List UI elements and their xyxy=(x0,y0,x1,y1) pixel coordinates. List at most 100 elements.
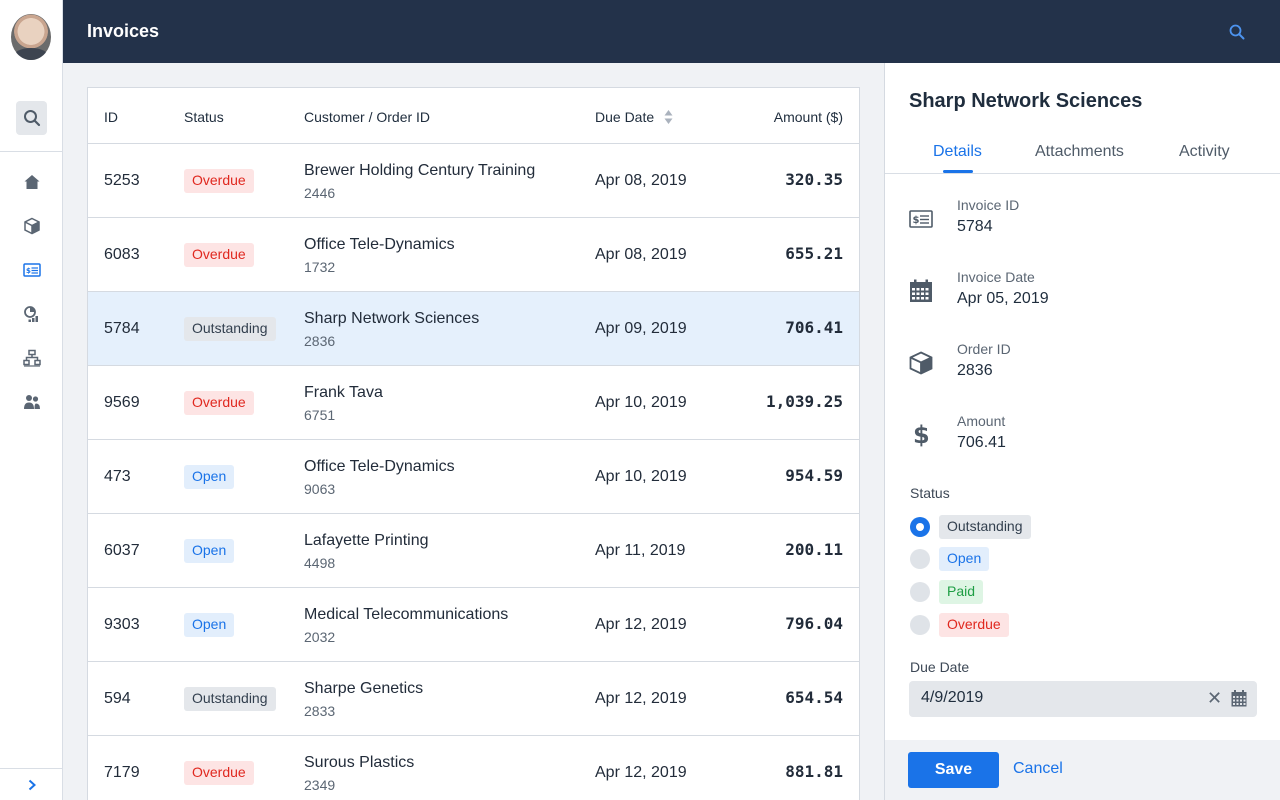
invoice-id-cell: 7179 xyxy=(104,764,140,781)
status-badge: Open xyxy=(184,613,235,637)
box-icon xyxy=(24,217,40,235)
status-option-overdue[interactable]: Overdue xyxy=(910,612,1009,638)
chevron-right-icon xyxy=(28,779,36,790)
field-invoice-id: $ Invoice ID 5784 xyxy=(909,197,1249,247)
status-label: Status xyxy=(910,485,950,501)
amount-cell: 706.41 xyxy=(785,318,843,337)
invoice-id-cell: 5253 xyxy=(104,172,140,189)
invoice-detail-panel: Sharp Network Sciences Details Attachmen… xyxy=(884,63,1280,800)
left-rail: $ xyxy=(0,0,63,800)
status-cell: Outstanding xyxy=(184,317,276,341)
radio-button[interactable] xyxy=(910,615,930,635)
field-amount: $ Amount 706.41 xyxy=(909,413,1249,463)
status-badge: Overdue xyxy=(939,613,1009,637)
rail-search-button[interactable] xyxy=(16,101,47,135)
invoice-icon: $ xyxy=(23,263,41,277)
status-badge: Outstanding xyxy=(939,515,1031,539)
field-order-id: Order ID 2836 xyxy=(909,341,1249,391)
status-badge: Paid xyxy=(939,580,984,604)
svg-text:$: $ xyxy=(913,215,920,226)
table-row[interactable]: 6083 Overdue Office Tele-Dynamics 1732 Apr 0… xyxy=(88,218,859,292)
status-option-outstanding[interactable]: Outstanding xyxy=(910,514,1031,540)
invoice-id-cell: 6037 xyxy=(104,542,140,559)
status-badge: Overdue xyxy=(184,761,254,785)
status-badge: Open xyxy=(184,465,235,489)
invoice-date-value: Apr 05, 2019 xyxy=(957,290,1049,307)
status-badge: Open xyxy=(939,547,990,571)
status-option-open[interactable]: Open xyxy=(910,546,990,572)
invoice-id-value: 5784 xyxy=(957,218,993,235)
invoice-id-cell: 6083 xyxy=(104,246,140,263)
order-id-cell: 4498 xyxy=(304,555,336,571)
table-row[interactable]: 594 Outstanding Sharpe Genetics 2833 Apr 12,… xyxy=(88,662,859,736)
invoices-table: ID Status Customer / Order ID Due Date A… xyxy=(87,87,860,800)
status-badge: Overdue xyxy=(184,169,254,193)
page-title: Invoices xyxy=(87,21,160,41)
invoice-id-cell: 473 xyxy=(104,468,131,485)
tab-details[interactable]: Details xyxy=(933,143,982,161)
column-header-status[interactable]: Status xyxy=(184,109,224,125)
table-row[interactable]: 9303 Open Medical Telecommunications 2032 Ap… xyxy=(88,588,859,662)
due-date-value[interactable]: 4/9/2019 xyxy=(921,689,983,707)
customer-name-cell: Surous Plastics xyxy=(304,754,415,771)
avatar-shirt xyxy=(13,48,49,60)
status-option-paid[interactable]: Paid xyxy=(910,579,984,605)
dollar-icon: $ xyxy=(909,421,933,449)
order-id-value: 2836 xyxy=(957,362,993,379)
amount-cell: 654.54 xyxy=(785,688,843,707)
amount-cell: 200.11 xyxy=(785,540,843,559)
save-button[interactable]: Save xyxy=(908,752,999,788)
radio-button[interactable] xyxy=(910,582,930,602)
expand-rail-button[interactable] xyxy=(0,768,63,800)
nav-analytics[interactable] xyxy=(21,303,43,325)
table-row[interactable]: 5253 Overdue Brewer Holding Century Traini… xyxy=(88,144,859,218)
customer-name-cell: Office Tele-Dynamics xyxy=(304,236,455,253)
table-header: ID Status Customer / Order ID Due Date A… xyxy=(88,88,859,144)
clear-icon[interactable]: ✕ xyxy=(1207,689,1222,707)
table-row[interactable]: 5784 Outstanding Sharp Network Sciences 283… xyxy=(88,292,859,366)
column-header-id[interactable]: ID xyxy=(104,109,118,125)
amount-cell: 954.59 xyxy=(785,466,843,485)
amount-label: Amount xyxy=(957,413,1006,429)
amount-cell: 1,039.25 xyxy=(765,392,843,411)
due-date-input[interactable]: 4/9/2019 ✕ xyxy=(909,681,1257,717)
order-id-cell: 9063 xyxy=(304,481,336,497)
table-row[interactable]: 7179 Overdue Surous Plastics 2349 Apr 12, 20… xyxy=(88,736,859,800)
order-id-cell: 2349 xyxy=(304,777,336,793)
tab-attachments[interactable]: Attachments xyxy=(1035,143,1124,161)
nav-users[interactable] xyxy=(21,391,43,413)
tab-activity[interactable]: Activity xyxy=(1179,143,1230,161)
column-header-due-date[interactable]: Due Date xyxy=(595,109,654,125)
status-badge: Open xyxy=(184,539,235,563)
rail-divider xyxy=(0,151,63,152)
order-id-cell: 2032 xyxy=(304,629,336,645)
customer-name-cell: Office Tele-Dynamics xyxy=(304,458,455,475)
order-id-cell: 1732 xyxy=(304,259,336,275)
table-row[interactable]: 473 Open Office Tele-Dynamics 9063 Apr 10, 2… xyxy=(88,440,859,514)
avatar[interactable] xyxy=(11,14,51,60)
table-row[interactable]: 6037 Open Lafayette Printing 4498 Apr 11, 20… xyxy=(88,514,859,588)
cancel-button[interactable]: Cancel xyxy=(1013,760,1063,778)
radio-button[interactable] xyxy=(910,517,930,537)
radio-button[interactable] xyxy=(910,549,930,569)
search-icon[interactable] xyxy=(1228,23,1246,41)
amount-cell: 320.35 xyxy=(785,170,843,189)
home-icon xyxy=(24,175,40,189)
invoice-id-cell: 9569 xyxy=(104,394,140,411)
column-header-customer[interactable]: Customer / Order ID xyxy=(304,109,430,125)
status-cell: Overdue xyxy=(184,169,254,193)
table-row[interactable]: 9569 Overdue Frank Tava 6751 Apr 10, 2019 1,0… xyxy=(88,366,859,440)
due-date-cell: Apr 12, 2019 xyxy=(595,616,687,633)
due-date-cell: Apr 09, 2019 xyxy=(595,320,687,337)
sort-icon[interactable] xyxy=(664,109,673,125)
order-id-cell: 6751 xyxy=(304,407,336,423)
nav-orders[interactable] xyxy=(21,215,43,237)
status-cell: Overdue xyxy=(184,243,254,267)
customer-name-cell: Brewer Holding Century Training xyxy=(304,162,536,179)
nav-home[interactable] xyxy=(21,171,43,193)
column-header-amount[interactable]: Amount ($) xyxy=(774,109,843,125)
nav-invoices[interactable]: $ xyxy=(21,259,43,281)
calendar-icon[interactable] xyxy=(1231,690,1247,707)
amount-cell: 655.21 xyxy=(785,244,843,263)
nav-organization[interactable] xyxy=(21,347,43,369)
